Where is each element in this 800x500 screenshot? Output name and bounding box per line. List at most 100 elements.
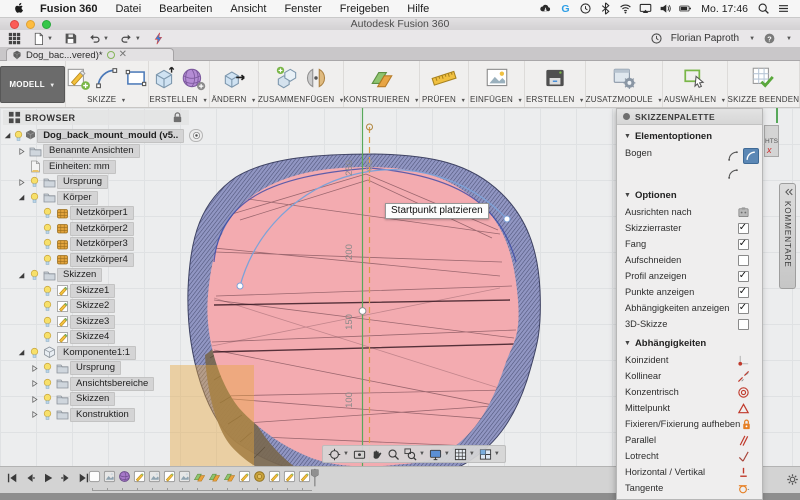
palette-row[interactable]: Fixieren/Fixierung aufheben: [617, 416, 762, 432]
concentric-icon[interactable]: [737, 386, 750, 399]
timeline-item-sketch[interactable]: [133, 470, 146, 483]
timeline-item-mesh[interactable]: [118, 470, 131, 483]
menubar-clock[interactable]: Mo. 17:46: [699, 3, 750, 15]
tree-item[interactable]: Komponente1:1: [3, 345, 203, 360]
palette-row[interactable]: Fang ✓: [617, 236, 762, 252]
expander-open-icon[interactable]: [16, 348, 27, 357]
browser-header[interactable]: BROWSER: [3, 110, 189, 125]
palette-section-header[interactable]: ▼ Optionen: [617, 184, 762, 204]
sketch-origin-point[interactable]: [359, 308, 366, 315]
palette-row[interactable]: Aufschneiden: [617, 252, 762, 268]
arc-option-icon[interactable]: [727, 150, 739, 162]
coincident-icon[interactable]: [737, 354, 750, 367]
tree-item-label[interactable]: Skizze2: [70, 299, 115, 313]
timeline-item-sketch[interactable]: [268, 470, 281, 483]
menubar-item[interactable]: Fenster: [275, 3, 330, 15]
ribbon-group-label[interactable]: ZUSAMMENFÜGEN ▼: [258, 93, 344, 105]
visibility-bulb-icon[interactable]: [27, 347, 41, 359]
tree-item[interactable]: Ansichtsbereiche: [3, 376, 203, 391]
palette-row[interactable]: Ausrichten nach: [617, 204, 762, 220]
construction-planes-icon[interactable]: [369, 65, 395, 91]
expander-open-icon[interactable]: [16, 193, 27, 202]
palette-row[interactable]: Tangente: [617, 480, 762, 496]
lock-fix-icon[interactable]: [740, 418, 753, 431]
visibility-bulb-icon[interactable]: [40, 331, 54, 343]
save-button[interactable]: [64, 32, 77, 45]
timeline-item-canvas[interactable]: [103, 470, 116, 483]
rect-tool-icon[interactable]: [123, 65, 149, 91]
visibility-bulb-icon[interactable]: [40, 409, 54, 421]
battery-icon[interactable]: [679, 2, 692, 15]
checkbox-checked[interactable]: ✓: [738, 239, 749, 250]
palette-section-header[interactable]: ▼ Abhängigkeiten: [617, 332, 762, 352]
timeline-item-sketch[interactable]: [163, 470, 176, 483]
addins-window-icon[interactable]: [611, 65, 637, 91]
checkbox-unchecked[interactable]: [738, 319, 749, 330]
tree-item[interactable]: Einheiten: mm: [3, 159, 203, 174]
palette-row[interactable]: Konzentrisch: [617, 384, 762, 400]
tree-item-label[interactable]: Ursprung: [70, 361, 121, 375]
timeline-play-button[interactable]: [42, 472, 54, 484]
timeline-step-forward-button[interactable]: [60, 472, 72, 484]
visibility-bulb-icon[interactable]: [40, 300, 54, 312]
checkbox-checked[interactable]: ✓: [738, 223, 749, 234]
mesh-sphere-icon[interactable]: [180, 65, 206, 91]
lock-icon[interactable]: [171, 111, 184, 124]
tree-item-label[interactable]: Komponente1:1: [57, 346, 136, 360]
arc-start-handle[interactable]: [237, 283, 243, 289]
grid-settings-icon[interactable]: ▼: [454, 448, 475, 461]
checkbox-checked[interactable]: ✓: [738, 271, 749, 282]
align-target-icon[interactable]: [737, 206, 750, 219]
tree-item[interactable]: Skizze1: [3, 283, 203, 298]
workspace-modell-button[interactable]: MODELL ▼: [0, 66, 64, 103]
timeline-item-empty[interactable]: [88, 470, 101, 483]
timeline-item-canvas[interactable]: [148, 470, 161, 483]
expander-closed-icon[interactable]: [16, 147, 27, 156]
tree-item[interactable]: Konstruktion: [3, 407, 203, 422]
tree-item-label[interactable]: Dog_back_mount_mould (v5..: [37, 129, 184, 143]
app-grid-button[interactable]: [8, 32, 21, 45]
tree-item[interactable]: Ursprung: [3, 175, 203, 190]
redo-button[interactable]: ▼: [120, 32, 141, 45]
zoom-window-icon[interactable]: ▼: [404, 448, 425, 461]
menubar-item[interactable]: Datei: [106, 3, 150, 15]
expander-open-icon[interactable]: [16, 271, 27, 280]
sync-bolt-button[interactable]: [152, 32, 165, 45]
tree-item-label[interactable]: Ursprung: [57, 175, 108, 189]
visibility-bulb-icon[interactable]: [40, 254, 54, 266]
document-tab[interactable]: Dog_bac...vered)* ✕: [6, 48, 174, 61]
tree-item[interactable]: Ursprung: [3, 361, 203, 376]
arc-end-handle[interactable]: [504, 216, 510, 222]
ribbon-group-label[interactable]: AUSWÄHLEN ▼: [664, 93, 727, 105]
tree-item[interactable]: Netzkörper3: [3, 237, 203, 252]
palette-row[interactable]: Glatt: [617, 496, 762, 500]
look-at-icon[interactable]: [353, 448, 366, 461]
select-cursor-icon[interactable]: [682, 65, 708, 91]
arc-option-selected-icon[interactable]: [743, 148, 759, 164]
collapse-left-icon[interactable]: [783, 187, 793, 197]
timeline-item-plane[interactable]: [193, 470, 206, 483]
finish-sketch-icon[interactable]: [750, 65, 776, 91]
fusion-cloud-icon[interactable]: [539, 2, 552, 15]
tree-item[interactable]: Netzkörper2: [3, 221, 203, 236]
timeline-item-plane[interactable]: [208, 470, 221, 483]
tree-item-label[interactable]: Einheiten: mm: [43, 160, 116, 174]
palette-row[interactable]: Mittelpunkt: [617, 400, 762, 416]
make-3dprint-icon[interactable]: [542, 65, 568, 91]
account-user-name[interactable]: Florian Paproth: [671, 33, 739, 44]
help-icon[interactable]: ?: [763, 32, 776, 45]
timeline-playhead[interactable]: [310, 468, 320, 488]
timeline-item-canvas[interactable]: [178, 470, 191, 483]
collinear-icon[interactable]: [737, 370, 750, 383]
timeline-item-sketch[interactable]: [283, 470, 296, 483]
tree-item[interactable]: Netzkörper1: [3, 206, 203, 221]
tree-item-label[interactable]: Skizze3: [70, 315, 115, 329]
checkbox-unchecked[interactable]: [738, 255, 749, 266]
joint-icon[interactable]: [303, 65, 329, 91]
zoom-icon[interactable]: [387, 448, 400, 461]
checkbox-checked[interactable]: ✓: [738, 287, 749, 298]
visibility-bulb-icon[interactable]: [40, 393, 54, 405]
ribbon-group-label[interactable]: SKIZZE BEENDEN: [728, 93, 800, 105]
time-machine-icon[interactable]: [579, 2, 592, 15]
ribbon-group-label[interactable]: ERSTELLEN ▼: [149, 93, 208, 105]
